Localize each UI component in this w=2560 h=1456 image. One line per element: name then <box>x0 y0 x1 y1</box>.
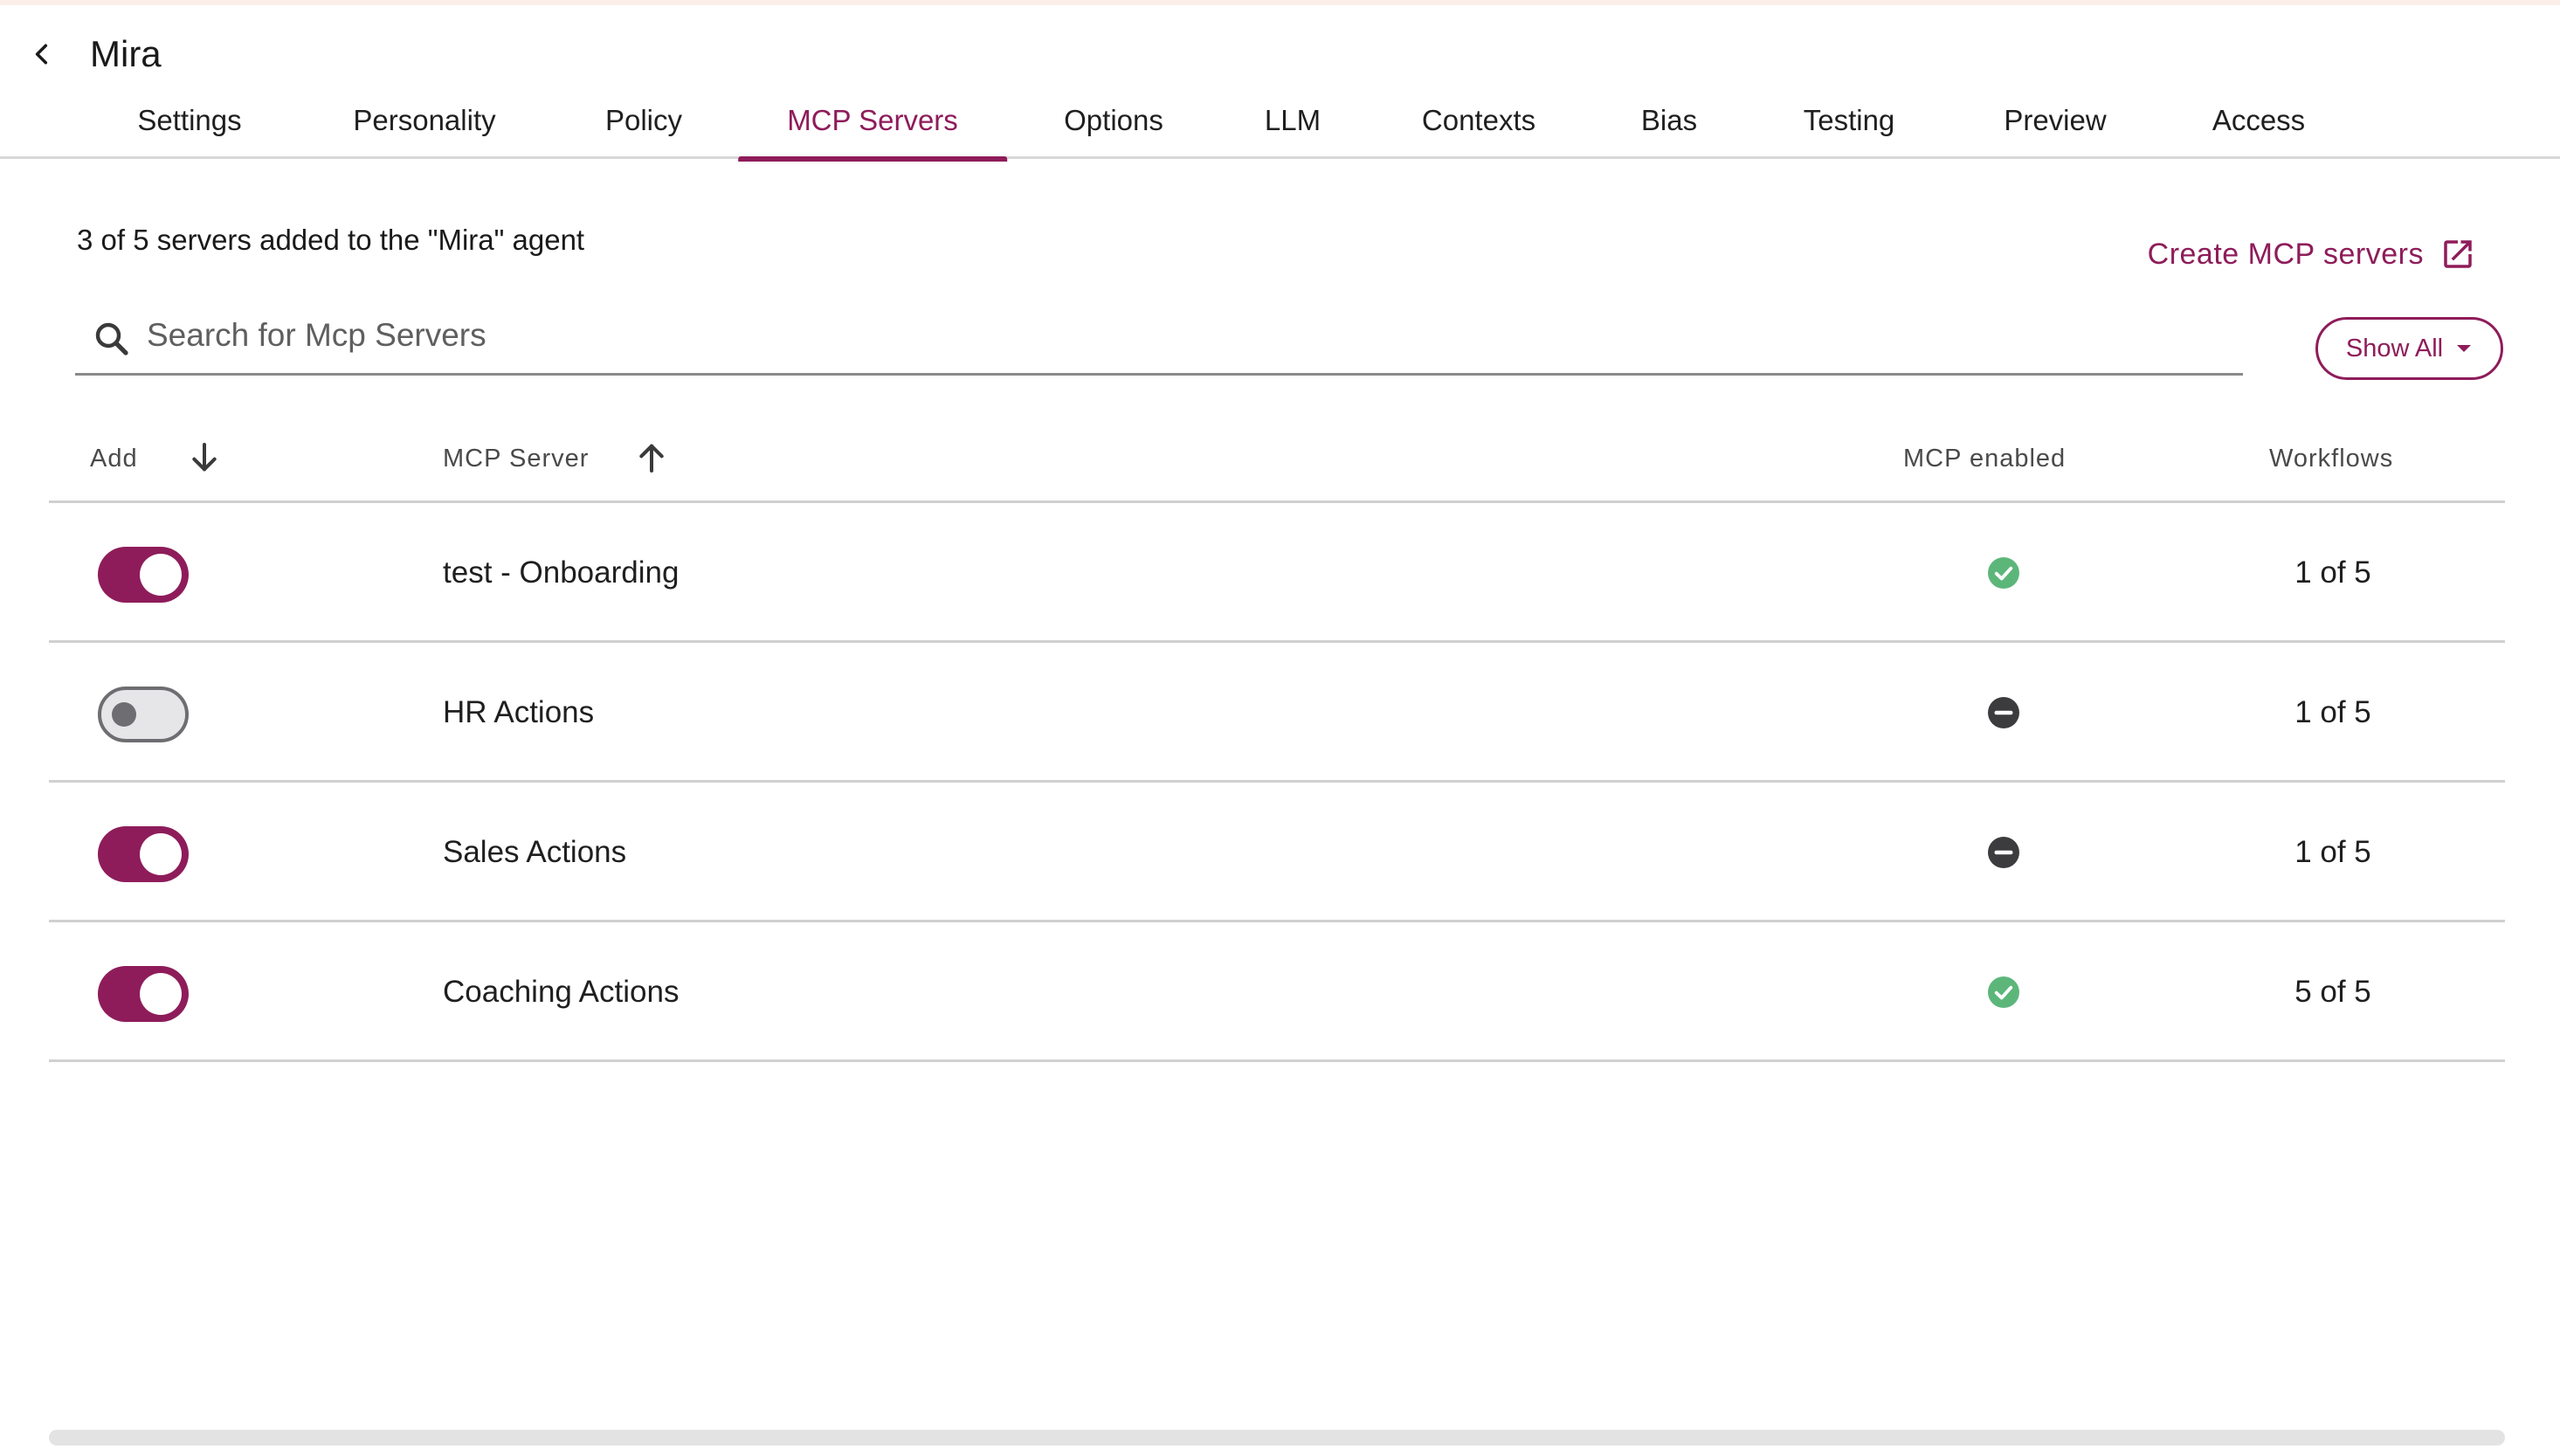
search-icon <box>95 322 128 355</box>
create-mcp-servers-label: Create MCP servers <box>2147 238 2424 271</box>
check-circle-icon <box>1988 976 2019 1008</box>
search-input[interactable] <box>145 307 2227 363</box>
tab-mcp-servers[interactable]: MCP Servers <box>738 96 1007 162</box>
tab-options[interactable]: Options <box>1015 96 1212 159</box>
check-circle-icon <box>1988 557 2019 589</box>
show-all-dropdown[interactable]: Show All <box>2315 317 2503 380</box>
toggle-knob <box>112 702 136 727</box>
server-name: HR Actions <box>443 695 595 729</box>
tab-llm[interactable]: LLM <box>1216 96 1370 159</box>
column-header-add: Add <box>90 445 138 473</box>
add-server-toggle[interactable] <box>98 826 189 882</box>
arrow-down-icon <box>192 443 217 472</box>
page-title: Mira <box>90 33 162 74</box>
workflow-count: 1 of 5 <box>2294 835 2371 869</box>
server-name: test - Onboarding <box>443 555 680 590</box>
servers-summary: 3 of 5 servers added to the "Mira" agent <box>77 224 585 256</box>
table-row: HR Actions 1 of 5 <box>49 643 2505 783</box>
server-name: Sales Actions <box>443 835 627 869</box>
arrow-up-icon <box>639 444 664 473</box>
horizontal-scrollbar[interactable] <box>49 1430 2505 1446</box>
sort-add-button[interactable] <box>178 431 231 484</box>
tab-bar: Settings Personality Policy MCP Servers … <box>0 96 2560 162</box>
column-header-mcp-server: MCP Server <box>443 445 590 473</box>
column-header-workflows: Workflows <box>2269 445 2394 473</box>
toggle-knob <box>140 973 182 1015</box>
back-button[interactable] <box>23 35 61 73</box>
tab-personality[interactable]: Personality <box>304 96 544 159</box>
toggle-knob <box>140 554 182 596</box>
tab-settings[interactable]: Settings <box>88 96 290 159</box>
workflow-count: 1 of 5 <box>2294 555 2371 590</box>
caret-down-icon <box>2457 345 2472 352</box>
tab-access[interactable]: Access <box>2163 96 2354 159</box>
server-name: Coaching Actions <box>443 975 680 1009</box>
tab-bias[interactable]: Bias <box>1592 96 1746 159</box>
minus-circle-icon <box>1988 697 2019 728</box>
create-mcp-servers-link[interactable]: Create MCP servers <box>2148 232 2476 276</box>
workflow-count: 1 of 5 <box>2294 695 2371 729</box>
table-row: Coaching Actions 5 of 5 <box>49 922 2505 1062</box>
table-row: Sales Actions 1 of 5 <box>49 783 2505 922</box>
table-row: test - Onboarding 1 of 5 <box>49 503 2505 643</box>
top-accent-strip <box>0 0 2560 5</box>
add-server-toggle[interactable] <box>98 687 189 742</box>
show-all-label: Show All <box>2345 334 2444 362</box>
chevron-left-icon <box>35 44 48 65</box>
tab-policy[interactable]: Policy <box>556 96 731 159</box>
add-server-toggle[interactable] <box>98 547 189 603</box>
search-bar <box>75 302 2243 376</box>
tab-contexts[interactable]: Contexts <box>1373 96 1584 159</box>
column-header-mcp-enabled: MCP enabled <box>1903 445 2067 473</box>
tab-testing[interactable]: Testing <box>1755 96 1944 159</box>
add-server-toggle[interactable] <box>98 966 189 1022</box>
minus-circle-icon <box>1988 837 2019 868</box>
sort-mcp-server-button[interactable] <box>625 431 678 484</box>
toggle-knob <box>140 833 182 875</box>
tab-preview[interactable]: Preview <box>1955 96 2155 159</box>
open-in-new-icon <box>2444 240 2472 268</box>
table-header: Add MCP Server MCP enabled Workflows <box>49 419 2505 503</box>
workflow-count: 5 of 5 <box>2294 975 2371 1009</box>
